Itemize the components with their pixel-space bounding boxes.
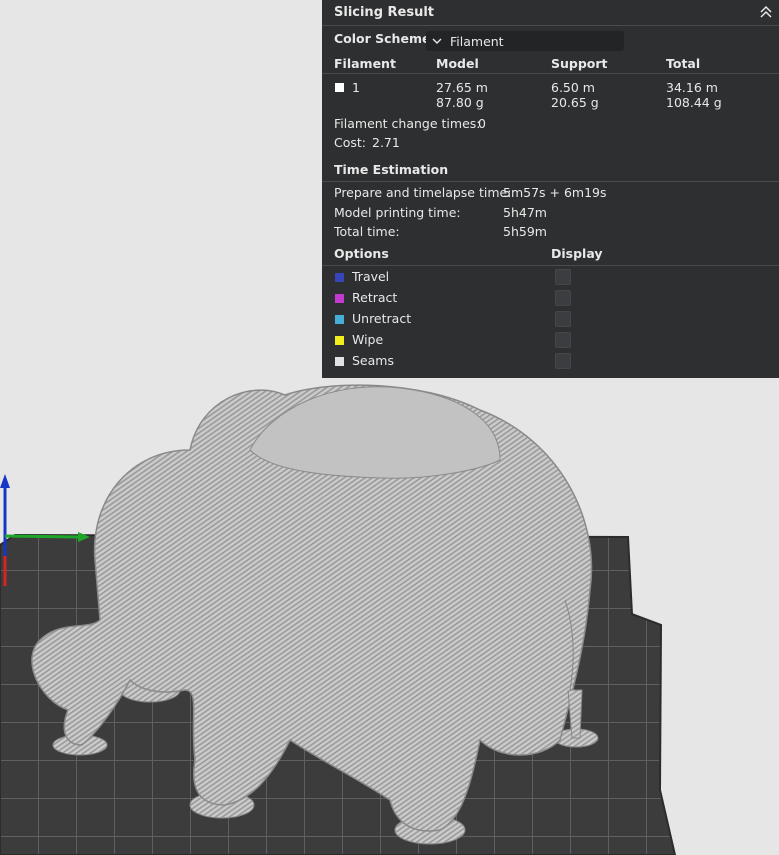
cost-label: Cost: — [334, 135, 367, 150]
color-scheme-label: Color Scheme — [334, 31, 431, 46]
filament-color-swatch — [335, 83, 344, 92]
model-weight: 87.80 g — [436, 95, 484, 110]
option-label-wipe: Wipe — [352, 332, 384, 347]
display-header: Display — [551, 246, 603, 261]
total-column-header: Total — [666, 56, 701, 71]
seams-color-swatch — [335, 357, 344, 366]
support-length: 6.50 m — [551, 80, 595, 95]
time-label: Prepare and timelapse time: — [334, 185, 512, 200]
seams-display-checkbox[interactable] — [555, 353, 571, 369]
model-column-header: Model — [436, 56, 479, 71]
wipe-display-checkbox[interactable] — [555, 332, 571, 348]
divider — [322, 265, 779, 266]
filament-column-header: Filament — [334, 56, 396, 71]
support-weight: 20.65 g — [551, 95, 599, 110]
color-scheme-value: Filament — [450, 34, 504, 49]
panel-title: Slicing Result — [322, 0, 779, 26]
time-value: 5h47m — [503, 205, 547, 220]
option-label-seams: Seams — [352, 353, 394, 368]
filament-change-value: 0 — [478, 116, 486, 131]
time-label: Total time: — [334, 224, 400, 239]
wipe-color-swatch — [335, 336, 344, 345]
slicing-result-panel: Slicing Result Color Scheme Filament Fil… — [322, 0, 779, 378]
unretract-display-checkbox[interactable] — [555, 311, 571, 327]
time-value: 5m57s + 6m19s — [503, 185, 607, 200]
total-length: 34.16 m — [666, 80, 718, 95]
model-length: 27.65 m — [436, 80, 488, 95]
options-header: Options — [334, 246, 389, 261]
total-weight: 108.44 g — [666, 95, 722, 110]
unretract-color-swatch — [335, 315, 344, 324]
travel-color-swatch — [335, 273, 344, 282]
divider — [322, 73, 779, 74]
time-value: 5h59m — [503, 224, 547, 239]
option-label-retract: Retract — [352, 290, 398, 305]
option-label-travel: Travel — [352, 269, 390, 284]
chevron-down-icon — [432, 38, 442, 44]
filament-id: 1 — [352, 80, 360, 95]
filament-change-label: Filament change times: — [334, 116, 481, 131]
retract-display-checkbox[interactable] — [555, 290, 571, 306]
chevron-up-icon[interactable] — [759, 5, 773, 19]
color-scheme-select[interactable]: Filament — [426, 31, 624, 51]
time-estimation-title: Time Estimation — [334, 162, 449, 177]
option-label-unretract: Unretract — [352, 311, 412, 326]
divider — [322, 181, 779, 182]
cost-value: 2.71 — [372, 135, 400, 150]
retract-color-swatch — [335, 294, 344, 303]
time-label: Model printing time: — [334, 205, 461, 220]
travel-display-checkbox[interactable] — [555, 269, 571, 285]
support-column-header: Support — [551, 56, 608, 71]
